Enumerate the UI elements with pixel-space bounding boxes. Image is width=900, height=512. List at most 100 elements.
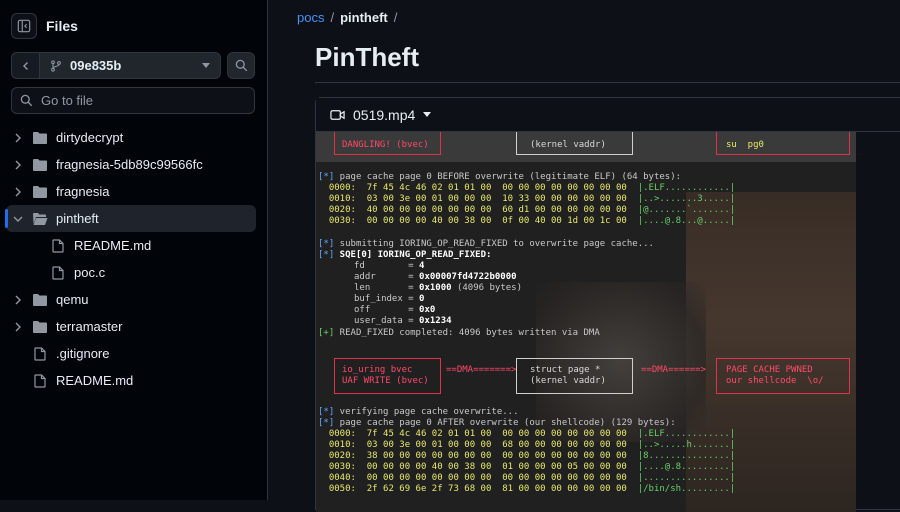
tree-item-label: dirtydecrypt	[56, 130, 124, 145]
hexdump-row: 0040: 00 00 00 00 00 00 00 00 00 00 00 0…	[318, 473, 627, 483]
diagram-text-shellcode: our shellcode \o/	[726, 376, 824, 386]
sqe-value: 0x1234	[419, 316, 452, 326]
hexdump-ascii: |@.......`.......|	[626, 205, 736, 215]
tree-item-fragnesia-5db89c99566fc[interactable]: fragnesia-5db89c99566fc	[6, 151, 256, 178]
chevron-right-icon[interactable]	[12, 322, 24, 332]
go-to-file-input[interactable]	[39, 92, 243, 109]
file-tree: dirtydecrypt fragnesia-5db89c99566fc fra…	[0, 124, 268, 394]
diagram-arrow-dma: ==DMA======>	[641, 365, 707, 375]
hexdump-ascii: |....@.8...@.....|	[626, 216, 736, 226]
breadcrumb-separator: /	[330, 10, 335, 25]
hexdump-row: 0010: 03 00 3e 00 01 00 00 00 10 33 00 0…	[318, 194, 627, 204]
hexdump-row: 0020: 38 00 00 00 00 00 00 00 00 00 00 0…	[318, 451, 627, 461]
search-icon	[235, 59, 247, 72]
collapse-sidebar-button[interactable]	[11, 13, 37, 39]
tree-item-pintheft-readme[interactable]: README.md	[6, 232, 256, 259]
term-line: SQE[0] IORING_OP_READ_FIXED:	[334, 250, 492, 260]
caret-down-icon	[423, 111, 432, 117]
term-prefix: [+]	[318, 328, 335, 338]
tree-item-label: fragnesia	[56, 184, 110, 199]
tree-item-readme[interactable]: README.md	[6, 367, 256, 394]
folder-icon	[32, 185, 48, 199]
hexdump-ascii: |/bin/sh.........|	[626, 484, 736, 494]
hexdump-row: 0050: 2f 62 69 6e 2f 73 68 00 81 00 00 0…	[318, 484, 627, 494]
diagram-text-kernel-vaddr: (kernel vaddr)	[530, 376, 606, 386]
tree-item-label: README.md	[74, 238, 152, 253]
hexdump-row: 0030: 00 00 00 00 40 00 38 00 0f 00 40 0…	[318, 216, 627, 226]
chevron-right-icon[interactable]	[12, 133, 24, 143]
diagram-text-iouring: io_uring bvec	[342, 365, 413, 375]
sqe-key: addr =	[354, 272, 420, 282]
file-icon	[50, 238, 66, 253]
sqe-note: (4096 bytes)	[451, 283, 522, 293]
chevron-right-icon[interactable]	[12, 187, 24, 197]
term-prefix: [*]	[318, 407, 335, 417]
term-prefix: [*]	[318, 418, 335, 428]
folder-icon	[32, 131, 48, 145]
breadcrumb: pocs / pintheft /	[297, 10, 397, 25]
tree-item-dirtydecrypt[interactable]: dirtydecrypt	[6, 124, 256, 151]
tree-item-fragnesia[interactable]: fragnesia	[6, 178, 256, 205]
tree-item-poc-c[interactable]: poc.c	[6, 259, 256, 286]
sqe-value: 0x00007fd4722b0000	[419, 272, 517, 282]
diagram-text-struct-page: struct page *	[530, 365, 601, 375]
tree-item-terramaster[interactable]: terramaster	[6, 313, 256, 340]
search-icon	[20, 94, 33, 107]
chevron-right-icon[interactable]	[12, 295, 24, 305]
tree-item-qemu[interactable]: qemu	[6, 286, 256, 313]
diagram-arrow-dma: ==DMA=======>	[446, 365, 517, 375]
tree-item-pintheft[interactable]: pintheft	[5, 205, 256, 232]
sqe-value: 0x1000	[419, 283, 452, 293]
folder-icon	[32, 320, 48, 334]
sqe-value: 4	[419, 261, 425, 271]
sqe-key: user_data =	[354, 316, 420, 326]
diagram-text-uaf: UAF WRITE (bvec)	[342, 376, 429, 386]
folder-icon	[32, 158, 48, 172]
file-tree-sidebar: Files 09e835b dirtydecrypt fragnesia-5db	[0, 0, 268, 500]
caret-down-icon	[202, 62, 210, 68]
term-line: verifying page cache overwrite...	[334, 407, 519, 417]
folder-icon	[32, 293, 48, 307]
file-icon	[32, 373, 48, 388]
hexdump-ascii: |.ELF............|	[626, 183, 736, 193]
search-button[interactable]	[227, 52, 255, 79]
sidebar-header: Files	[11, 12, 78, 40]
video-player[interactable]: DANGLING! (bvec) (kernel vaddr) su pg0 […	[316, 132, 856, 512]
chevron-down-icon[interactable]	[12, 215, 24, 223]
hexdump-ascii: |....@.8.........|	[626, 462, 736, 472]
main-content: pocs / pintheft / PinTheft 0519.mp4 DANG…	[269, 0, 900, 512]
file-icon	[32, 346, 48, 361]
file-header: 0519.mp4	[316, 98, 900, 132]
term-line: page cache page 0 AFTER overwrite (our s…	[334, 418, 676, 428]
breadcrumb-root-link[interactable]: pocs	[297, 10, 324, 25]
tree-item-label: README.md	[56, 373, 134, 388]
sqe-value: 0x0	[419, 305, 436, 315]
folder-open-icon	[32, 212, 48, 226]
chevron-left-icon	[22, 61, 28, 70]
file-selector[interactable]: 0519.mp4	[330, 107, 432, 123]
term-line: READ_FIXED completed: 4096 bytes written…	[334, 328, 600, 338]
breadcrumb-separator: /	[393, 10, 398, 25]
chevron-right-icon[interactable]	[12, 160, 24, 170]
hexdump-ascii: |..>.......3.....|	[626, 194, 736, 204]
hexdump-ascii: |.ELF............|	[626, 429, 736, 439]
branch-row: 09e835b	[11, 52, 255, 79]
hexdump-ascii: |................|	[626, 473, 736, 483]
tree-item-label: poc.c	[74, 265, 106, 280]
sqe-value: 0	[419, 294, 425, 304]
tree-item-label: .gitignore	[56, 346, 110, 361]
video-icon	[330, 109, 345, 120]
back-button[interactable]	[11, 52, 39, 79]
branch-name: 09e835b	[70, 58, 122, 73]
hexdump-ascii: |..>.....h.......|	[626, 440, 736, 450]
sqe-key: off =	[354, 305, 420, 315]
term-prefix: [*]	[318, 250, 335, 260]
term-prefix: [*]	[318, 239, 335, 249]
diagram-text-pwned: PAGE CACHE PWNED	[726, 365, 813, 375]
hexdump-ascii: |8...............|	[626, 451, 736, 461]
go-to-file-field[interactable]	[11, 87, 255, 114]
sqe-key: fd =	[354, 261, 420, 271]
branch-selector[interactable]: 09e835b	[39, 52, 221, 79]
tree-item-label: fragnesia-5db89c99566fc	[56, 157, 203, 172]
tree-item-gitignore[interactable]: .gitignore	[6, 340, 256, 367]
